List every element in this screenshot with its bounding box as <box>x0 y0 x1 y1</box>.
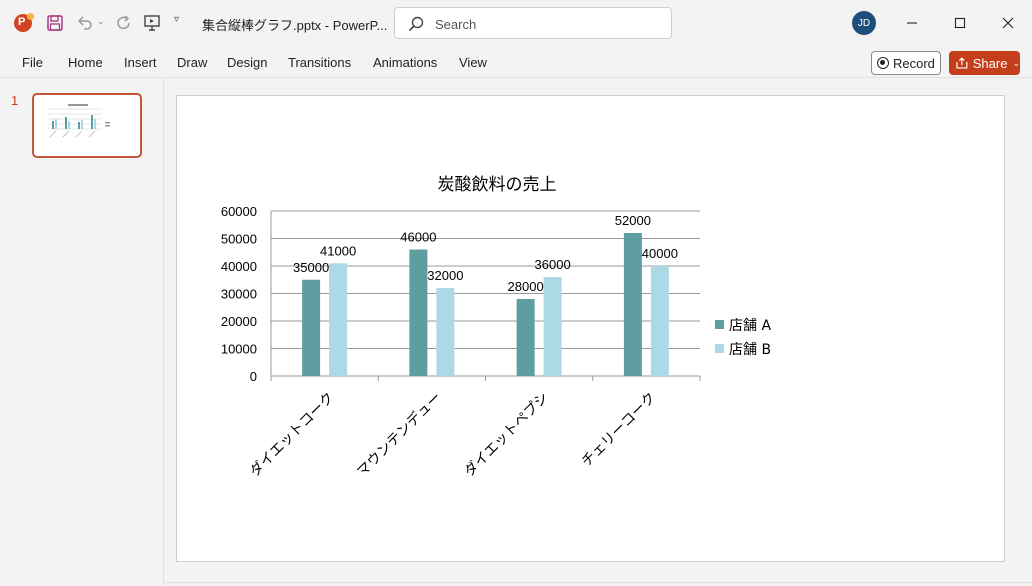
slide-thumbnail-pane: 1 <box>0 79 164 586</box>
powerpoint-logo-icon <box>12 12 34 34</box>
data-label: 36000 <box>535 257 571 272</box>
record-label: Record <box>893 55 935 71</box>
close-icon <box>1002 17 1014 29</box>
legend-entry: 店舗 A <box>729 318 771 334</box>
document-title: 集合縦棒グラフ.pptx - PowerP... <box>202 18 388 33</box>
share-icon <box>956 57 968 69</box>
search-icon <box>408 16 424 32</box>
chevron-down-icon: ⌄ <box>1012 57 1020 68</box>
tab-transitions[interactable]: Transitions <box>288 55 351 70</box>
slide-number: 1 <box>11 93 19 108</box>
tab-animations[interactable]: Animations <box>373 55 437 70</box>
search-box[interactable] <box>394 7 672 39</box>
minimize-icon <box>907 22 917 24</box>
y-tick-label: 10000 <box>221 342 257 357</box>
bar[interactable] <box>623 233 642 376</box>
slide-thumbnail[interactable] <box>32 93 142 158</box>
chart[interactable]: 炭酸飲料の売上 0 10000 20000 30000 40000 50000 60000 3… <box>177 96 1006 563</box>
save-icon[interactable] <box>44 12 66 34</box>
minimize-button[interactable] <box>888 0 936 46</box>
record-icon <box>877 57 889 69</box>
x-category-label: ダイエットペプシ <box>462 390 552 480</box>
y-tick-label: 0 <box>250 369 257 384</box>
tab-home[interactable]: Home <box>68 55 103 70</box>
y-tick-label: 60000 <box>221 204 257 219</box>
y-tick-label: 50000 <box>221 232 257 247</box>
bar[interactable] <box>650 266 669 376</box>
slide-canvas[interactable]: 炭酸飲料の売上 0 10000 20000 30000 40000 50000 60000 3… <box>176 95 1005 562</box>
customize-toolbar-icon[interactable]: ▿ <box>174 14 179 25</box>
tab-design[interactable]: Design <box>227 55 267 70</box>
data-label: 41000 <box>320 243 356 258</box>
bar[interactable] <box>302 279 321 376</box>
y-tick-label: 20000 <box>221 314 257 329</box>
tab-file[interactable]: File <box>22 55 43 70</box>
y-tick-label: 30000 <box>221 287 257 302</box>
share-label: Share <box>972 55 1008 71</box>
chart-title: 炭酸飲料の売上 <box>438 175 557 195</box>
data-label: 32000 <box>427 268 463 283</box>
undo-icon[interactable] <box>74 12 96 34</box>
legend-swatch <box>715 344 724 353</box>
bar[interactable] <box>516 299 535 376</box>
present-from-beginning-icon[interactable] <box>141 12 163 34</box>
thumbnail-chart-preview <box>48 104 110 138</box>
title-bar: ⌄ ▿ 集合縦棒グラフ.pptx - PowerP... JD <box>0 0 1032 46</box>
ribbon-tabs: File Home Insert Draw Design Transitions… <box>0 46 1032 78</box>
status-divider <box>164 582 1032 583</box>
bar[interactable] <box>409 249 428 377</box>
tab-view[interactable]: View <box>459 55 487 70</box>
bar[interactable] <box>436 288 455 376</box>
maximize-icon <box>954 17 966 29</box>
close-button[interactable] <box>984 0 1032 46</box>
data-label: 35000 <box>293 260 329 275</box>
undo-dropdown-icon[interactable]: ⌄ <box>97 16 105 27</box>
y-tick-label: 40000 <box>221 259 257 274</box>
x-category-label: マウンテンデュー <box>353 389 444 480</box>
x-category-label: チェリーコーク <box>579 390 660 471</box>
maximize-button[interactable] <box>936 0 984 46</box>
bar[interactable] <box>329 263 348 376</box>
search-input[interactable] <box>435 15 655 33</box>
tab-insert[interactable]: Insert <box>124 55 157 70</box>
redo-icon[interactable] <box>113 12 135 34</box>
tab-draw[interactable]: Draw <box>177 55 207 70</box>
legend-swatch <box>715 320 724 329</box>
record-button[interactable]: Record <box>871 51 941 75</box>
x-category-label: ダイエットコーク <box>247 390 337 480</box>
legend-entry: 店舗 B <box>729 342 771 358</box>
bar[interactable] <box>543 277 562 376</box>
data-label: 52000 <box>615 213 651 228</box>
data-label: 46000 <box>400 230 436 245</box>
data-label: 28000 <box>508 279 544 294</box>
user-avatar[interactable]: JD <box>852 11 876 35</box>
data-label: 40000 <box>642 246 678 261</box>
share-button[interactable]: Share ⌄ <box>949 51 1020 75</box>
